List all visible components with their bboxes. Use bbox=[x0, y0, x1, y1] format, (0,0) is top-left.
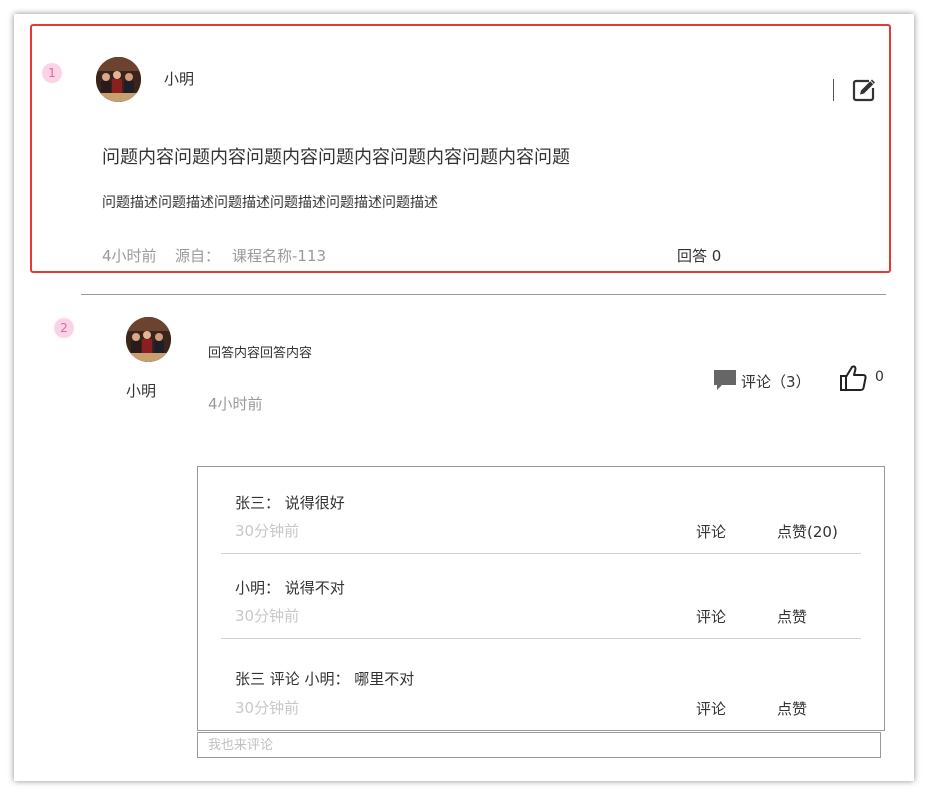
answer-comment-button[interactable]: 评论（3） bbox=[712, 368, 812, 392]
answer-like-button[interactable] bbox=[839, 363, 869, 393]
thumbs-up-icon bbox=[840, 365, 867, 391]
comment-reply-button[interactable]: 评论 bbox=[696, 606, 726, 627]
comments-panel: 张三： 说得很好 30分钟前 评论 点赞(20) 小明： 说得不对 30分钟前 … bbox=[197, 466, 885, 731]
comment-like-button[interactable]: 点赞 bbox=[777, 698, 807, 719]
question-author-name[interactable]: 小明 bbox=[164, 68, 194, 89]
answer-like-count: 0 bbox=[875, 369, 884, 385]
comment-bubble-icon bbox=[714, 370, 736, 390]
question-answers-count[interactable]: 回答 0 bbox=[677, 245, 721, 266]
answer-content: 回答内容回答内容 bbox=[208, 346, 313, 361]
comment-time: 30分钟前 bbox=[235, 699, 300, 717]
comment-text: 小明： 说得不对 bbox=[235, 579, 345, 597]
comment-text: 张三 评论 小明： 哪里不对 bbox=[235, 670, 415, 688]
question-source-course[interactable]: 课程名称-113 bbox=[232, 245, 326, 266]
comment-like-button[interactable]: 点赞(20) bbox=[777, 521, 838, 542]
question-description: 问题描述问题描述问题描述问题描述问题描述问题描述 bbox=[102, 195, 438, 211]
toolbar-divider bbox=[833, 79, 834, 101]
edit-button[interactable] bbox=[851, 77, 877, 103]
answer-author-name[interactable]: 小明 bbox=[126, 380, 156, 401]
comment-input[interactable] bbox=[197, 732, 881, 758]
answer-comment-label: 评论（3） bbox=[741, 373, 811, 391]
question-answer-divider bbox=[81, 294, 886, 295]
question-index-badge: 1 bbox=[42, 63, 62, 83]
comment-reply-button[interactable]: 评论 bbox=[696, 698, 726, 719]
comment-time: 30分钟前 bbox=[235, 607, 300, 625]
comment-like-button[interactable]: 点赞 bbox=[777, 606, 807, 627]
avatar-image-icon bbox=[126, 317, 171, 362]
comment-reply-button[interactable]: 评论 bbox=[696, 521, 726, 542]
comment-time: 30分钟前 bbox=[235, 522, 300, 540]
answer-index-badge: 2 bbox=[54, 318, 74, 338]
question-time: 4小时前 bbox=[102, 247, 157, 265]
question-author-avatar[interactable] bbox=[96, 57, 141, 102]
question-title: 问题内容问题内容问题内容问题内容问题内容问题内容问题 bbox=[102, 147, 570, 168]
edit-icon bbox=[852, 79, 875, 102]
answer-time: 4小时前 bbox=[208, 395, 263, 413]
answer-author-avatar[interactable] bbox=[126, 317, 171, 362]
comment-separator bbox=[221, 553, 861, 554]
avatar-image-icon bbox=[96, 57, 141, 102]
question-source-label: 源自： bbox=[175, 247, 221, 265]
comment-separator bbox=[221, 638, 861, 639]
comment-text: 张三： 说得很好 bbox=[235, 494, 345, 512]
